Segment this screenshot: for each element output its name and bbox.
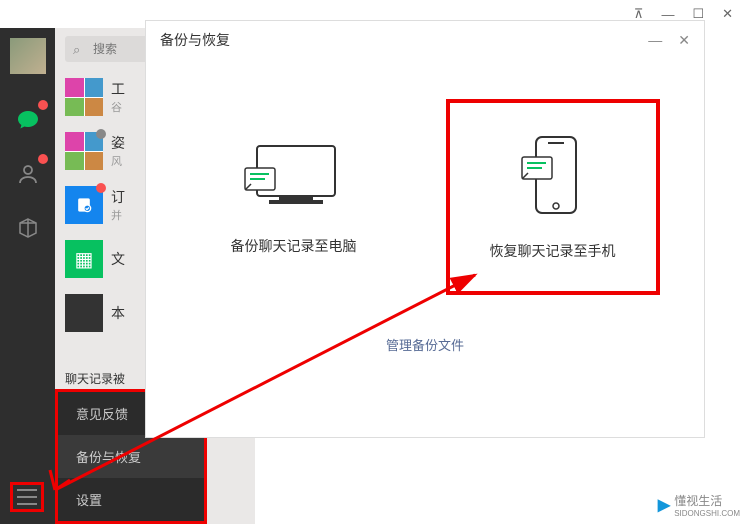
subscription-avatar <box>65 186 103 224</box>
backup-to-pc-option[interactable]: 备份聊天记录至电脑 <box>191 108 397 286</box>
watermark-logo-icon: ▶ <box>658 495 670 515</box>
backup-restore-dialog: 备份与恢复 — ✕ 备份聊天记录至电脑 <box>145 20 705 438</box>
dialog-close-icon[interactable]: ✕ <box>678 32 690 49</box>
close-icon[interactable]: ✕ <box>722 6 733 22</box>
menu-backup-restore[interactable]: 备份与恢复 <box>58 435 204 478</box>
group-avatar <box>65 132 103 170</box>
manage-backup-link[interactable]: 管理备份文件 <box>386 338 464 353</box>
file-avatar: ▦ <box>65 240 103 278</box>
unread-badge <box>38 100 48 110</box>
watermark: ▶ 懂视生活 SIDONGSHI.COM <box>658 492 740 518</box>
menu-settings[interactable]: 设置 <box>58 478 204 521</box>
chat-tab-icon[interactable] <box>10 102 46 138</box>
search-icon: ⌕ <box>73 42 80 58</box>
menu-button[interactable] <box>10 482 44 512</box>
restore-label: 恢复聊天记录至手机 <box>490 241 616 261</box>
unread-badge <box>38 154 48 164</box>
computer-icon <box>239 138 349 218</box>
dialog-title: 备份与恢复 <box>160 30 230 50</box>
user-avatar[interactable] <box>10 38 46 74</box>
group-avatar <box>65 78 103 116</box>
favorites-tab-icon[interactable] <box>10 210 46 246</box>
restore-to-phone-option[interactable]: 恢复聊天记录至手机 <box>446 99 660 295</box>
chat-avatar <box>65 294 103 332</box>
backup-label: 备份聊天记录至电脑 <box>231 236 357 256</box>
dialog-minimize-icon[interactable]: — <box>648 32 662 49</box>
contacts-tab-icon[interactable] <box>10 156 46 192</box>
phone-icon <box>518 133 588 223</box>
left-rail <box>0 28 55 524</box>
